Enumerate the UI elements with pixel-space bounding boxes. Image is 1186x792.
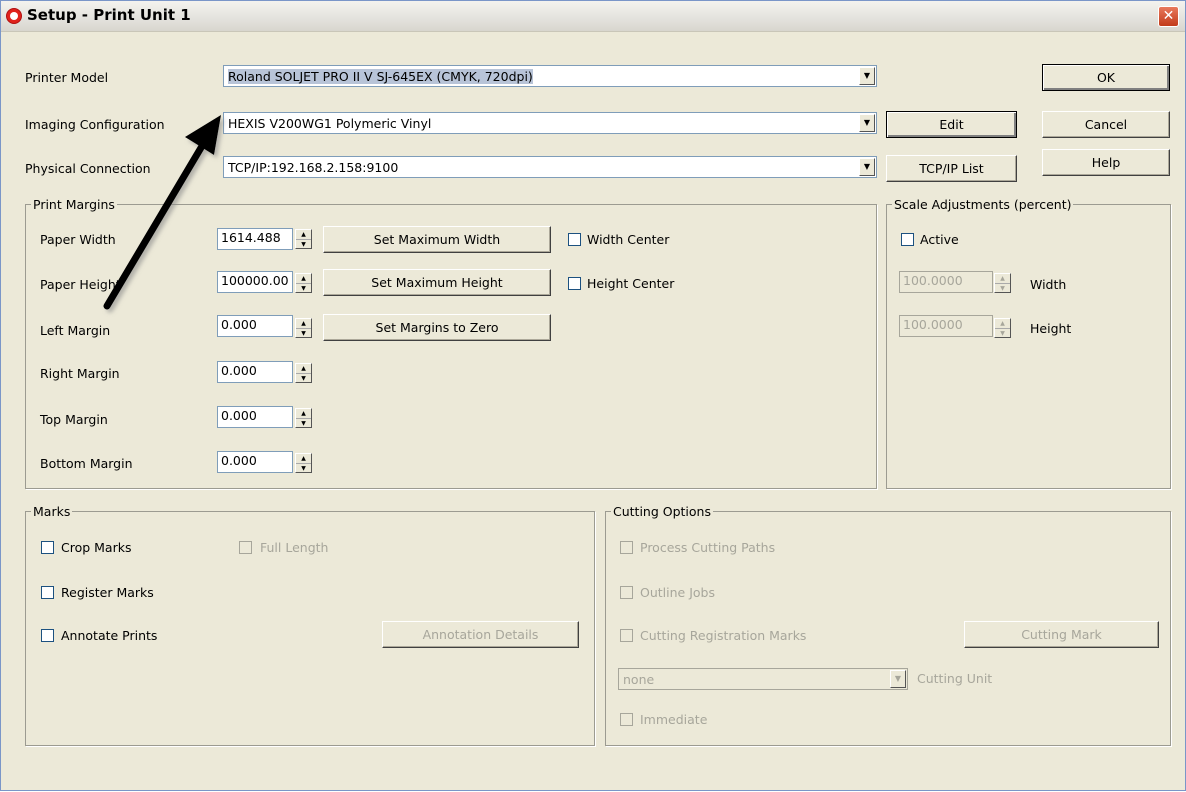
chevron-down-icon[interactable]: ▼	[859, 114, 875, 132]
scale-width-label: Width	[1030, 277, 1067, 292]
paper-height-spinner[interactable]: ▲ ▼	[295, 273, 312, 293]
register-marks-label: Register Marks	[61, 585, 154, 600]
paper-width-label: Paper Width	[40, 232, 116, 247]
right-margin-spinner[interactable]: ▲ ▼	[295, 363, 312, 383]
printer-model-value: Roland SOLJET PRO II V SJ-645EX (CMYK, 7…	[228, 69, 533, 84]
close-button[interactable]: ✕	[1158, 6, 1179, 27]
immediate-label: Immediate	[640, 712, 708, 727]
left-margin-spinner[interactable]: ▲ ▼	[295, 318, 312, 338]
register-marks-checkbox[interactable]	[41, 586, 54, 599]
printer-model-select[interactable]: Roland SOLJET PRO II V SJ-645EX (CMYK, 7…	[223, 65, 877, 87]
immediate-checkbox[interactable]	[620, 713, 633, 726]
physical-connection-select[interactable]: TCP/IP:192.168.2.158:9100 ▼	[223, 156, 877, 178]
chevron-down-icon[interactable]: ▼	[859, 158, 875, 176]
ok-button[interactable]: OK	[1042, 64, 1170, 91]
set-max-height-button[interactable]: Set Maximum Height	[323, 269, 551, 296]
outline-jobs-label: Outline Jobs	[640, 585, 715, 600]
scale-width-input[interactable]: 100.0000	[899, 271, 993, 293]
marks-title: Marks	[31, 504, 73, 519]
right-margin-label: Right Margin	[40, 366, 120, 381]
setup-dialog: Setup - Print Unit 1 ✕ Printer Model Rol…	[0, 0, 1186, 791]
top-margin-input[interactable]: 0.000	[217, 406, 293, 428]
scale-height-input[interactable]: 100.0000	[899, 315, 993, 337]
title-bar[interactable]: Setup - Print Unit 1 ✕	[1, 1, 1185, 32]
height-center-label: Height Center	[587, 276, 675, 291]
paper-width-input[interactable]: 1614.488	[217, 228, 293, 250]
paper-height-label: Paper Height	[40, 277, 121, 292]
physical-connection-value: TCP/IP:192.168.2.158:9100	[228, 160, 399, 175]
crop-marks-checkbox[interactable]	[41, 541, 54, 554]
set-max-width-button[interactable]: Set Maximum Width	[323, 226, 551, 253]
width-center-checkbox[interactable]	[568, 233, 581, 246]
scale-height-spinner[interactable]: ▲ ▼	[994, 318, 1011, 338]
print-margins-title: Print Margins	[31, 197, 117, 212]
process-cutting-paths-checkbox[interactable]	[620, 541, 633, 554]
chevron-down-icon[interactable]: ▼	[859, 67, 875, 85]
set-margins-zero-button[interactable]: Set Margins to Zero	[323, 314, 551, 341]
left-margin-input[interactable]: 0.000	[217, 315, 293, 337]
top-margin-label: Top Margin	[40, 412, 108, 427]
width-center-label: Width Center	[587, 232, 670, 247]
cutting-unit-select[interactable]: none ▼	[618, 668, 908, 690]
printer-model-label: Printer Model	[25, 70, 109, 85]
full-length-label: Full Length	[260, 540, 329, 555]
imaging-config-label: Imaging Configuration	[25, 117, 165, 132]
bottom-margin-spinner[interactable]: ▲ ▼	[295, 453, 312, 473]
tcpip-list-button[interactable]: TCP/IP List	[886, 155, 1017, 182]
cutting-registration-marks-checkbox[interactable]	[620, 629, 633, 642]
cutting-unit-label: Cutting Unit	[917, 671, 993, 686]
paper-height-input[interactable]: 100000.00	[217, 271, 293, 293]
scale-active-checkbox[interactable]	[901, 233, 914, 246]
annotate-prints-checkbox[interactable]	[41, 629, 54, 642]
scale-active-label: Active	[920, 232, 959, 247]
edit-button[interactable]: Edit	[886, 111, 1017, 138]
cancel-button[interactable]: Cancel	[1042, 111, 1170, 138]
bottom-margin-input[interactable]: 0.000	[217, 451, 293, 473]
annotate-prints-label: Annotate Prints	[61, 628, 158, 643]
scale-height-label: Height	[1030, 321, 1072, 336]
outline-jobs-checkbox[interactable]	[620, 586, 633, 599]
annotation-details-button[interactable]: Annotation Details	[382, 621, 579, 648]
right-margin-input[interactable]: 0.000	[217, 361, 293, 383]
help-button[interactable]: Help	[1042, 149, 1170, 176]
process-cutting-paths-label: Process Cutting Paths	[640, 540, 776, 555]
imaging-config-select[interactable]: HEXIS V200WG1 Polymeric Vinyl ▼	[223, 112, 877, 134]
height-center-checkbox[interactable]	[568, 277, 581, 290]
imaging-config-value: HEXIS V200WG1 Polymeric Vinyl	[228, 116, 432, 131]
cutting-registration-marks-label: Cutting Registration Marks	[640, 628, 807, 643]
physical-connection-label: Physical Connection	[25, 161, 151, 176]
left-margin-label: Left Margin	[40, 323, 111, 338]
app-logo-icon	[6, 8, 22, 24]
paper-width-spinner[interactable]: ▲ ▼	[295, 229, 312, 249]
chevron-down-icon[interactable]: ▼	[890, 670, 906, 688]
crop-marks-label: Crop Marks	[61, 540, 132, 555]
full-length-checkbox[interactable]	[239, 541, 252, 554]
cutting-mark-button[interactable]: Cutting Mark	[964, 621, 1159, 648]
top-margin-spinner[interactable]: ▲ ▼	[295, 408, 312, 428]
cutting-unit-value: none	[623, 672, 655, 687]
cutting-options-title: Cutting Options	[611, 504, 713, 519]
scale-adjustments-title: Scale Adjustments (percent)	[892, 197, 1074, 212]
close-icon: ✕	[1162, 8, 1175, 24]
scale-width-spinner[interactable]: ▲ ▼	[994, 273, 1011, 293]
bottom-margin-label: Bottom Margin	[40, 456, 133, 471]
window-title: Setup - Print Unit 1	[27, 6, 191, 24]
